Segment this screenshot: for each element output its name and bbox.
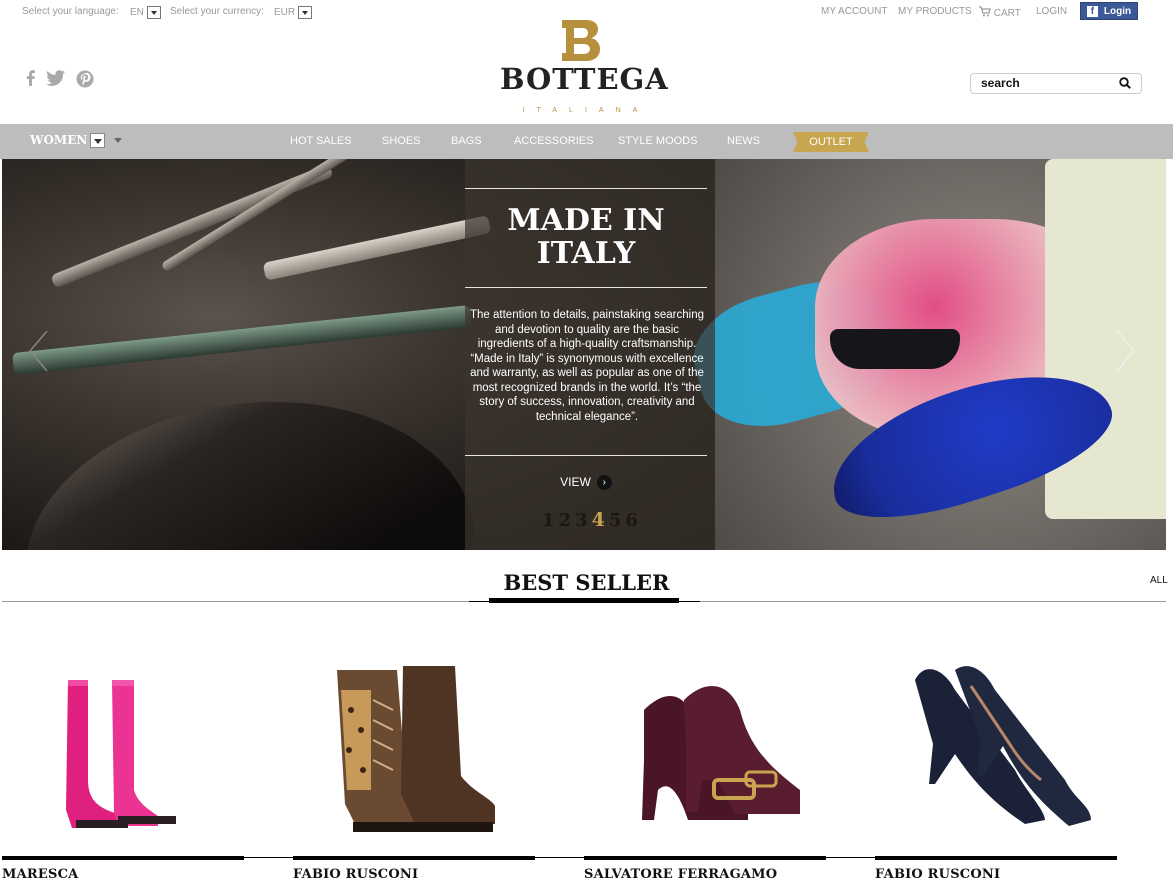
product-brand[interactable]: MARESCA <box>2 867 78 882</box>
currency-select[interactable]: EUR <box>274 6 313 19</box>
product-divider <box>293 856 535 860</box>
slider-page-4[interactable]: 4 <box>592 509 609 531</box>
brand-logo[interactable]: BOTTEGA ITALIANA <box>500 20 669 114</box>
currency-label: Select your currency: <box>170 6 264 17</box>
nav-item-news[interactable]: NEWS <box>727 135 760 147</box>
facebook-icon: f <box>1086 5 1098 17</box>
chevron-down-icon[interactable] <box>90 133 105 148</box>
product-brand[interactable]: FABIO RUSCONI <box>875 867 1000 882</box>
slider-next-icon[interactable] <box>1115 329 1137 373</box>
logo-name: BOTTEGA <box>500 62 669 96</box>
facebook-social-icon[interactable] <box>26 70 35 86</box>
navy-suede-pumps-image <box>915 666 1091 826</box>
chevron-down-icon[interactable] <box>146 6 161 19</box>
product-image[interactable] <box>2 640 244 850</box>
language-select[interactable]: EN <box>130 6 161 19</box>
section-selector[interactable]: WOMEN <box>30 133 87 147</box>
logo-subtitle: ITALIANA <box>522 107 650 114</box>
leopard-ankle-boots-image <box>337 666 495 832</box>
main-nav: WOMEN HOT SALES SHOES BAGS ACCESSORIES S… <box>0 124 1173 159</box>
pink-rain-boots-image <box>66 680 176 828</box>
product-brand[interactable]: FABIO RUSCONI <box>293 867 418 882</box>
chevron-right-icon: › <box>596 475 612 491</box>
best-seller-title: BEST SELLER <box>503 570 670 595</box>
slider-page-1[interactable]: 1 <box>542 510 559 531</box>
nav-item-style-moods[interactable]: STYLE MOODS <box>618 135 697 147</box>
pinterest-social-icon[interactable] <box>76 70 94 88</box>
language-label: Select your language: <box>22 6 119 17</box>
divider <box>826 857 875 858</box>
hero-description: The attention to details, painstaking se… <box>470 309 704 423</box>
product-divider <box>875 856 1117 860</box>
search-icon[interactable] <box>1119 77 1131 89</box>
slider-pagination: 123456 <box>542 509 642 531</box>
logo-mark-icon <box>562 20 600 61</box>
caret-down-icon <box>114 138 122 143</box>
login-link[interactable]: LOGIN <box>1036 6 1067 17</box>
nav-item-shoes[interactable]: SHOES <box>382 135 421 147</box>
my-account-link[interactable]: MY ACCOUNT <box>821 6 888 17</box>
product-divider <box>584 856 826 860</box>
nav-item-hot-sales[interactable]: HOT SALES <box>290 135 352 147</box>
burgundy-pumps-image <box>642 686 800 820</box>
twitter-social-icon[interactable] <box>46 70 65 86</box>
title-underline <box>489 598 679 603</box>
cart-icon <box>979 6 991 17</box>
my-products-link[interactable]: MY PRODUCTS <box>898 6 972 17</box>
hero-title: MADE IN ITALY <box>507 203 665 271</box>
slider-page-6[interactable]: 6 <box>625 510 642 531</box>
product-image[interactable] <box>875 640 1117 850</box>
slider-page-5[interactable]: 5 <box>609 510 626 531</box>
hero-image-blue-loafer <box>681 159 1166 550</box>
product-image[interactable] <box>584 640 826 850</box>
hero-view-button[interactable]: VIEW › <box>465 475 707 491</box>
search-input[interactable]: search <box>970 73 1142 94</box>
hero-slider: MADE IN ITALY The attention to details, p… <box>2 159 1166 550</box>
product-brand[interactable]: SALVATORE FERRAGAMO <box>584 867 777 882</box>
nav-item-outlet[interactable]: OUTLET <box>793 132 869 152</box>
hero-caption-panel: MADE IN ITALY The attention to details, p… <box>465 159 715 550</box>
nav-item-bags[interactable]: BAGS <box>451 135 482 147</box>
slider-prev-icon[interactable] <box>27 329 49 373</box>
chevron-down-icon[interactable] <box>298 6 313 19</box>
facebook-login-button[interactable]: f Login <box>1080 2 1138 20</box>
divider <box>244 857 293 858</box>
nav-item-accessories[interactable]: ACCESSORIES <box>514 135 593 147</box>
product-divider <box>2 856 244 860</box>
view-all-link[interactable]: ALL <box>1150 575 1168 586</box>
divider <box>535 857 584 858</box>
product-image[interactable] <box>293 640 535 850</box>
cart-link[interactable]: CART <box>979 6 1021 19</box>
slider-page-3[interactable]: 3 <box>575 510 592 531</box>
slider-page-2[interactable]: 2 <box>559 510 576 531</box>
